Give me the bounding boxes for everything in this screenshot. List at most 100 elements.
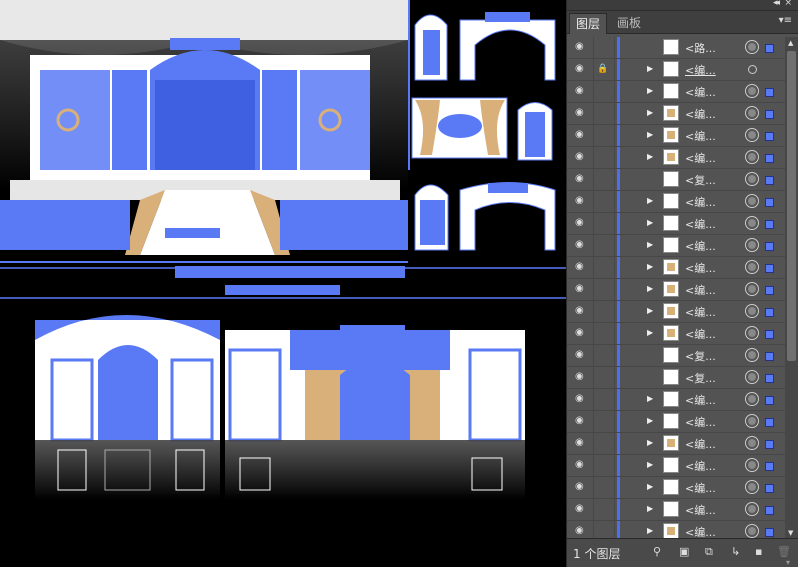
expand-triangle-icon[interactable]: ▶ <box>647 218 653 227</box>
lock-toggle[interactable] <box>593 257 615 278</box>
selection-indicator[interactable] <box>765 396 774 405</box>
lock-toggle[interactable] <box>593 301 615 322</box>
lock-toggle[interactable] <box>593 213 615 234</box>
layer-row[interactable]: ◉ <复... <box>567 345 785 367</box>
target-circle-icon[interactable] <box>745 458 759 472</box>
layer-name[interactable]: <编... <box>685 84 716 100</box>
target-circle-icon[interactable] <box>745 216 759 230</box>
expand-triangle-icon[interactable]: ▶ <box>647 240 653 249</box>
layer-name[interactable]: <编... <box>685 458 716 474</box>
visibility-eye-icon[interactable]: ◉ <box>575 306 589 316</box>
expand-triangle-icon[interactable]: ▶ <box>647 64 653 73</box>
layer-row[interactable]: ◉ ▶ <编... <box>567 455 785 477</box>
visibility-eye-icon[interactable]: ◉ <box>575 460 589 470</box>
layer-name[interactable]: <编... <box>685 260 716 276</box>
lock-toggle[interactable] <box>593 521 615 539</box>
lock-toggle[interactable] <box>593 411 615 432</box>
layer-name[interactable]: <编... <box>685 194 716 210</box>
lock-toggle[interactable] <box>593 37 615 58</box>
layer-name[interactable]: <编... <box>685 480 716 496</box>
lock-toggle[interactable] <box>593 81 615 102</box>
target-circle-icon[interactable] <box>745 304 759 318</box>
selection-indicator[interactable] <box>765 308 774 317</box>
layer-row[interactable]: ◉ 🔒 ▶ <编... <box>567 59 785 81</box>
selection-indicator[interactable] <box>765 352 774 361</box>
visibility-eye-icon[interactable]: ◉ <box>575 284 589 294</box>
layer-row[interactable]: ◉ ▶ <编... <box>567 125 785 147</box>
expand-triangle-icon[interactable]: ▶ <box>647 306 653 315</box>
layer-name[interactable]: <编... <box>685 524 716 539</box>
target-circle-icon[interactable] <box>745 414 759 428</box>
layer-name[interactable]: <编... <box>685 128 716 144</box>
expand-triangle-icon[interactable]: ▶ <box>647 504 653 513</box>
target-circle-icon[interactable] <box>745 172 759 186</box>
layer-row[interactable]: ◉ <复... <box>567 367 785 389</box>
target-circle-icon[interactable] <box>745 238 759 252</box>
layer-row[interactable]: ◉ ▶ <编... <box>567 499 785 521</box>
search-icon[interactable]: ⚲ <box>653 545 661 558</box>
visibility-eye-icon[interactable]: ◉ <box>575 130 589 140</box>
layer-row[interactable]: ◉ ▶ <编... <box>567 213 785 235</box>
target-circle-icon[interactable] <box>745 40 759 54</box>
selection-indicator[interactable] <box>765 528 774 537</box>
lock-toggle[interactable] <box>593 235 615 256</box>
tab-layers[interactable]: 图层 <box>569 13 608 34</box>
selection-indicator[interactable] <box>765 264 774 273</box>
selection-indicator[interactable] <box>765 330 774 339</box>
layer-row[interactable]: ◉ ▶ <编... <box>567 521 785 539</box>
collapse-panel-icon[interactable]: ◂◂ <box>773 0 780 8</box>
visibility-eye-icon[interactable]: ◉ <box>575 350 589 360</box>
selection-indicator[interactable] <box>765 198 774 207</box>
layer-row[interactable]: ◉ ▶ <编... <box>567 323 785 345</box>
target-circle-icon[interactable] <box>745 128 759 142</box>
visibility-eye-icon[interactable]: ◉ <box>575 438 589 448</box>
expand-triangle-icon[interactable]: ▶ <box>647 284 653 293</box>
layer-name[interactable]: <编... <box>685 150 716 166</box>
selection-indicator[interactable] <box>765 88 774 97</box>
target-circle-icon[interactable] <box>745 502 759 516</box>
layer-row[interactable]: ◉ <复... <box>567 169 785 191</box>
expand-triangle-icon[interactable]: ▶ <box>647 394 653 403</box>
layer-name[interactable]: <编... <box>685 282 716 298</box>
target-circle-icon[interactable] <box>745 370 759 384</box>
expand-triangle-icon[interactable]: ▶ <box>647 482 653 491</box>
selection-indicator[interactable] <box>765 440 774 449</box>
lock-toggle[interactable] <box>593 169 615 190</box>
new-sublayer-icon[interactable]: ↳ <box>731 545 740 558</box>
layer-row[interactable]: ◉ ▶ <编... <box>567 147 785 169</box>
selection-indicator[interactable] <box>765 110 774 119</box>
layer-name[interactable]: <编... <box>685 436 716 452</box>
layer-row[interactable]: ◉ ▶ <编... <box>567 279 785 301</box>
target-circle-icon[interactable] <box>745 480 759 494</box>
selection-indicator[interactable] <box>765 506 774 515</box>
selection-indicator[interactable] <box>765 462 774 471</box>
visibility-eye-icon[interactable]: ◉ <box>575 240 589 250</box>
layer-name[interactable]: <编... <box>685 414 716 430</box>
layer-name[interactable]: <编... <box>685 304 716 320</box>
layer-name[interactable]: <复... <box>685 370 716 386</box>
selection-indicator[interactable] <box>765 154 774 163</box>
target-circle-icon[interactable] <box>745 392 759 406</box>
lock-toggle[interactable] <box>593 345 615 366</box>
visibility-eye-icon[interactable]: ◉ <box>575 504 589 514</box>
visibility-eye-icon[interactable]: ◉ <box>575 108 589 118</box>
make-clipping-mask-icon[interactable]: ⧉ <box>705 545 713 559</box>
visibility-eye-icon[interactable]: ◉ <box>575 218 589 228</box>
selection-indicator[interactable] <box>765 418 774 427</box>
target-circle-icon[interactable] <box>745 436 759 450</box>
scroll-up-icon[interactable]: ▲ <box>788 39 793 47</box>
close-panel-icon[interactable]: × <box>784 0 792 8</box>
visibility-eye-icon[interactable]: ◉ <box>575 86 589 96</box>
layer-name[interactable]: <编... <box>685 392 716 408</box>
visibility-eye-icon[interactable]: ◉ <box>575 64 589 74</box>
delete-icon[interactable]: 🗑 <box>777 545 791 558</box>
visibility-eye-icon[interactable]: ◉ <box>575 372 589 382</box>
visibility-eye-icon[interactable]: ◉ <box>575 526 589 536</box>
expand-triangle-icon[interactable]: ▶ <box>647 86 653 95</box>
lock-toggle[interactable] <box>593 455 615 476</box>
layer-row[interactable]: ◉ ▶ <编... <box>567 235 785 257</box>
lock-toggle[interactable] <box>593 191 615 212</box>
lock-toggle[interactable] <box>593 367 615 388</box>
artboard-canvas[interactable] <box>0 0 566 567</box>
layer-row[interactable]: ◉ ▶ <编... <box>567 81 785 103</box>
